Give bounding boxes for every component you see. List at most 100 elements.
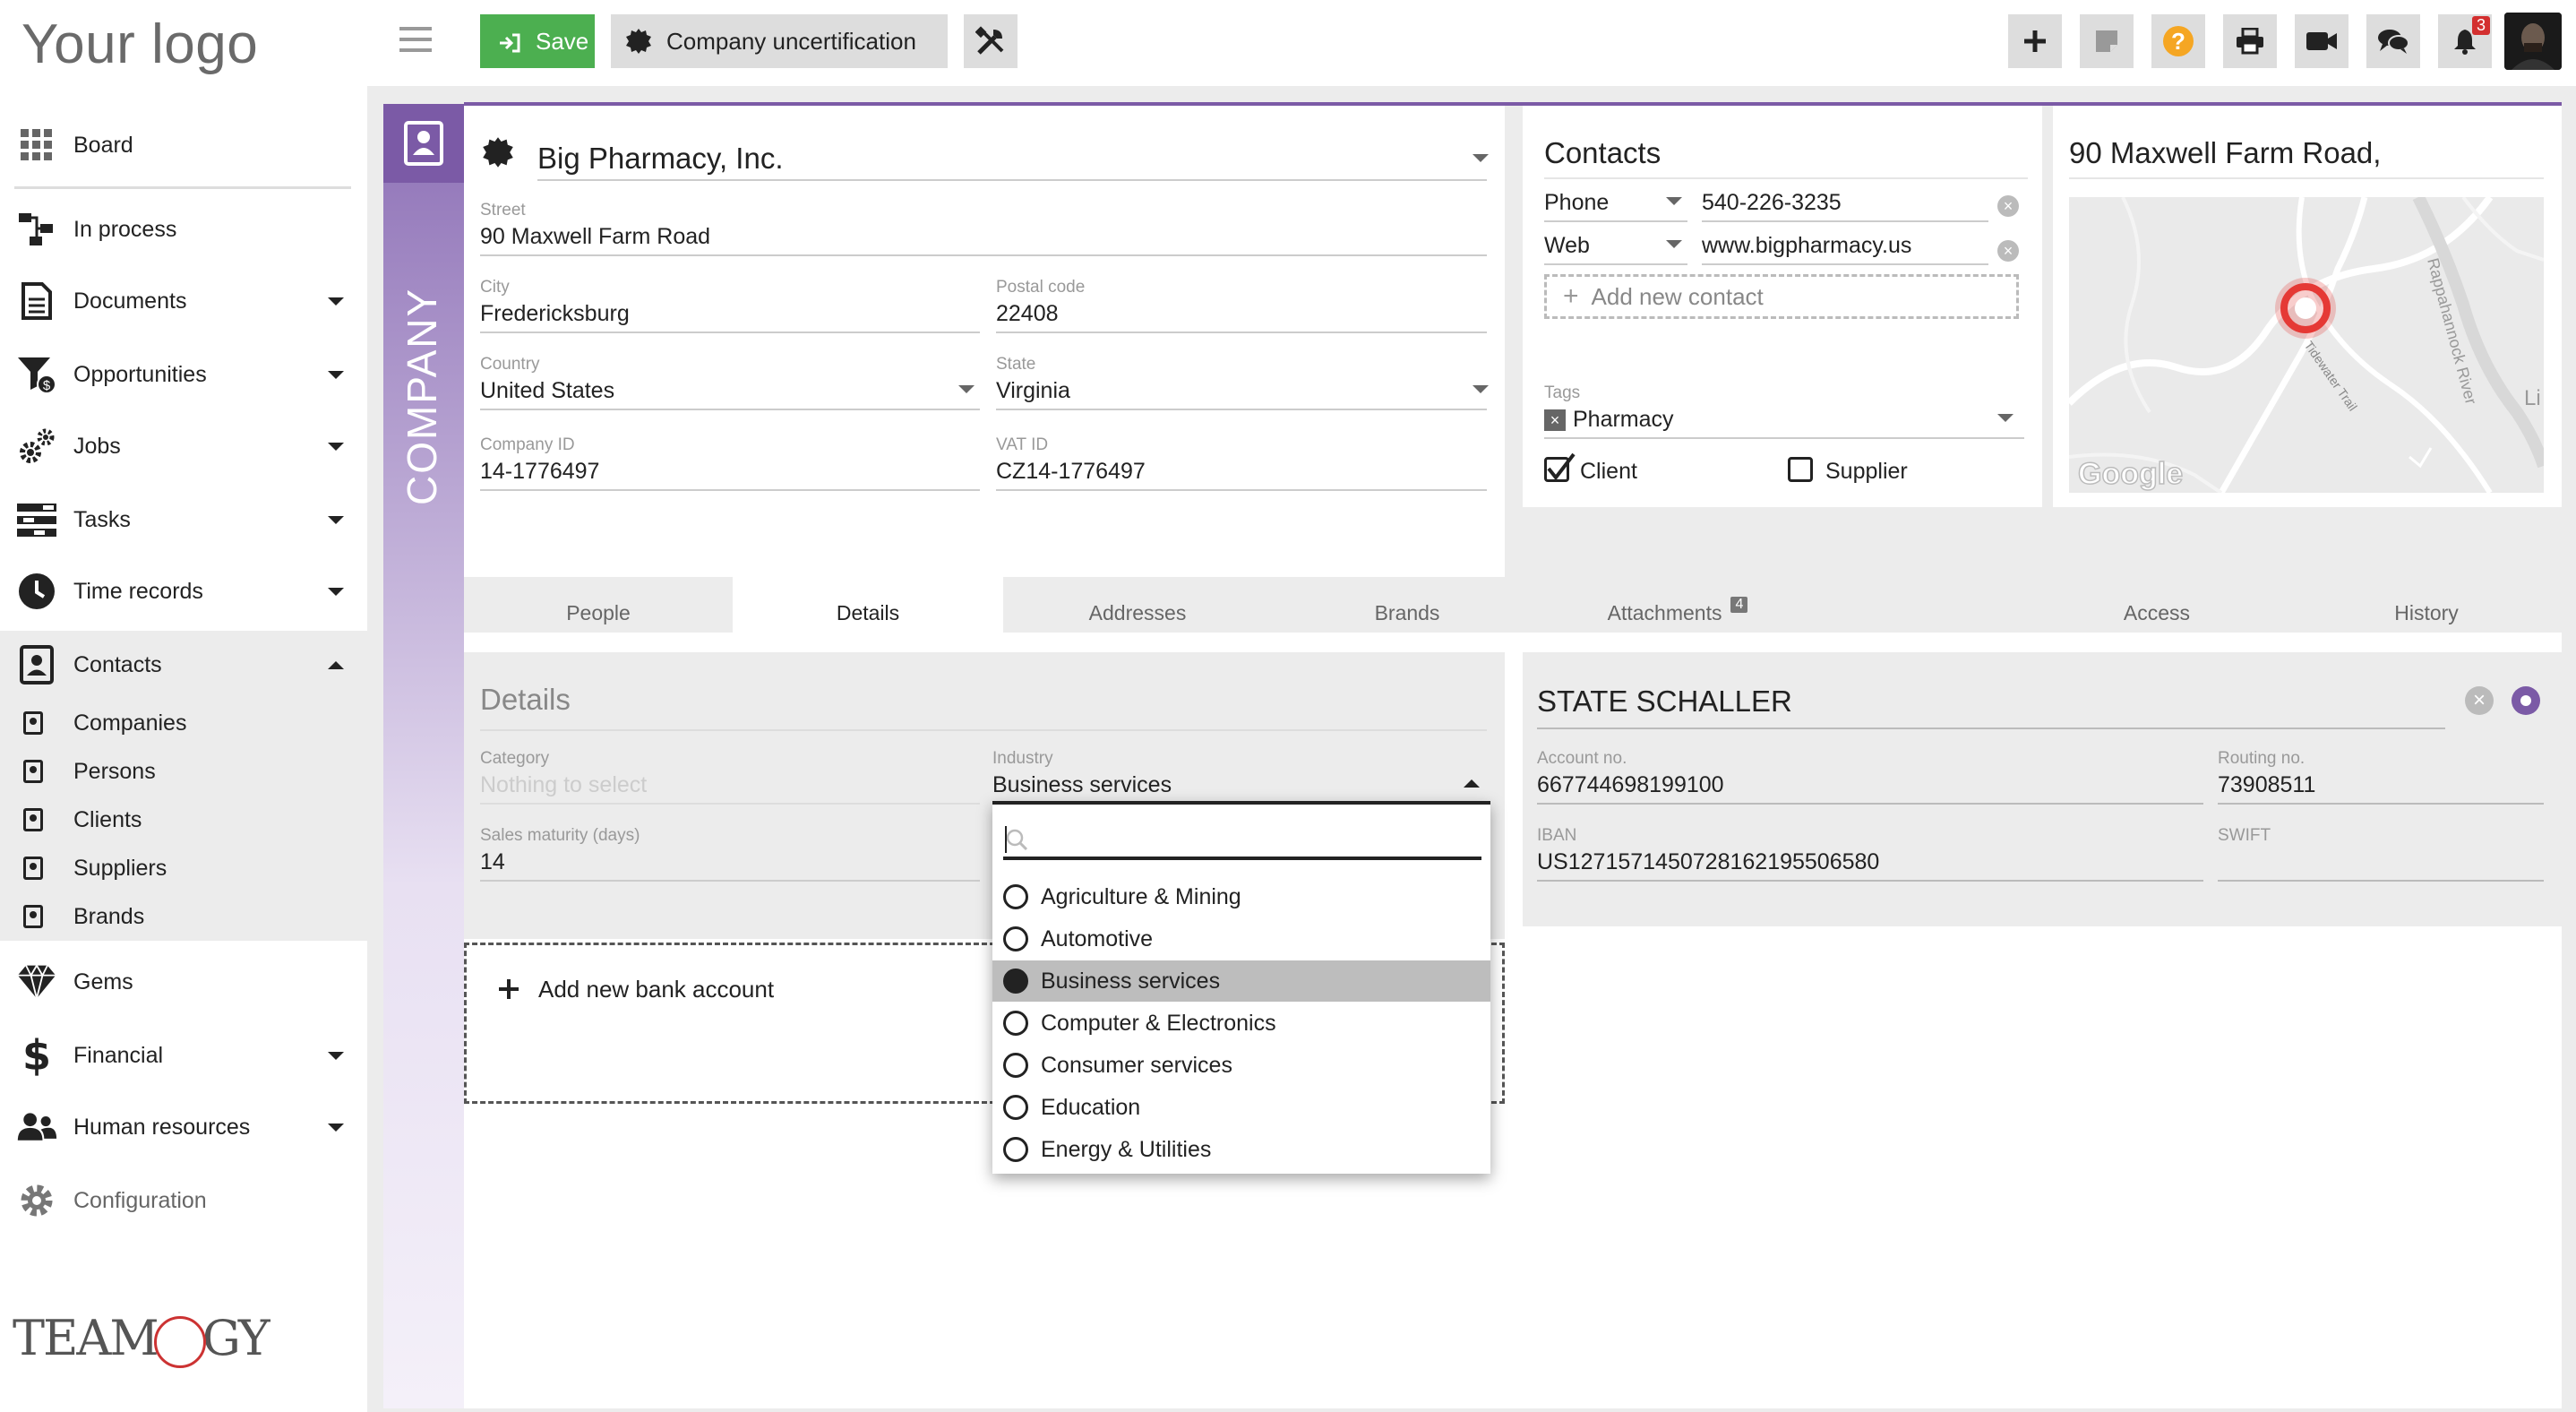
add-contact-button[interactable]: + Add new contact — [1544, 274, 2019, 319]
category-select[interactable]: Nothing to select — [480, 772, 647, 798]
tab-attachments[interactable]: Attachments 4 — [1542, 577, 1813, 633]
remove-contact-icon[interactable]: × — [1997, 195, 2019, 217]
print-button[interactable] — [2223, 14, 2277, 68]
sidebar-item-financial[interactable]: $ Financial — [0, 1021, 367, 1089]
help-button[interactable]: ? — [2151, 14, 2205, 68]
question-icon: ? — [2163, 26, 2194, 56]
industry-option[interactable]: Computer & Electronics — [992, 1003, 1490, 1044]
sidebar-item-opportunities[interactable]: $ Opportunities — [0, 340, 367, 409]
bank-name[interactable]: STATE SCHALLER — [1537, 684, 1792, 719]
gear-icon — [16, 1180, 57, 1221]
chevron-down-icon[interactable] — [1473, 385, 1489, 393]
tab-details[interactable]: Details — [733, 577, 1003, 633]
sidebar-item-time-records[interactable]: Time records — [0, 557, 367, 625]
sidebar: Your logo Board In process Documents $ O… — [0, 0, 367, 1412]
hamburger-menu-icon[interactable] — [399, 27, 432, 52]
sidebar-subitem-brands[interactable]: Brands — [0, 892, 367, 941]
industry-select[interactable]: Business services — [992, 772, 1172, 798]
sidebar-item-contacts[interactable]: Contacts — [0, 631, 367, 699]
tab-access[interactable]: Access — [2022, 577, 2291, 633]
remove-bank-icon[interactable]: × — [2465, 686, 2494, 715]
sidebar-subitem-label: Clients — [73, 806, 142, 832]
chevron-down-icon[interactable] — [1997, 414, 2014, 422]
postal-code-underline — [996, 331, 1487, 333]
tools-button[interactable] — [964, 14, 1018, 68]
company-uncertification-button[interactable]: Company uncertification — [611, 14, 948, 68]
sidebar-item-tasks[interactable]: Tasks — [0, 486, 367, 554]
phone-field[interactable]: 540-226-3235 — [1702, 190, 1842, 216]
tab-brands[interactable]: Brands — [1272, 577, 1542, 633]
add-button[interactable] — [2008, 14, 2062, 68]
industry-option[interactable]: Education — [992, 1087, 1490, 1128]
chevron-down-icon[interactable] — [1473, 154, 1489, 162]
notifications-button[interactable]: 3 — [2438, 14, 2492, 68]
certificate-icon — [625, 28, 652, 55]
account-no-field[interactable]: 667744698199100 — [1537, 772, 1724, 798]
remove-contact-icon[interactable]: × — [1997, 240, 2019, 262]
city-field[interactable]: Fredericksburg — [480, 301, 630, 327]
details-title: Details — [480, 683, 571, 716]
supplier-checkbox[interactable] — [1788, 457, 1813, 482]
video-button[interactable] — [2295, 14, 2348, 68]
chevron-down-icon — [328, 1123, 344, 1132]
map-title-underline — [2069, 177, 2544, 179]
radio-unchecked-icon — [1003, 884, 1028, 909]
sidebar-subitem-suppliers[interactable]: Suppliers — [0, 844, 367, 892]
sidebar-subitem-clients[interactable]: Clients — [0, 796, 367, 844]
sidebar-item-configuration[interactable]: Configuration — [0, 1167, 367, 1235]
primary-radio-icon[interactable] — [2512, 686, 2540, 715]
industry-option[interactable]: Consumer services — [992, 1045, 1490, 1086]
sidebar-item-documents[interactable]: Documents — [0, 267, 367, 335]
notification-count-badge: 3 — [2471, 16, 2490, 35]
note-button[interactable] — [2080, 14, 2134, 68]
app-logo[interactable]: Your logo — [21, 13, 258, 76]
chevron-down-icon — [328, 1051, 344, 1060]
sidebar-item-board[interactable]: Board — [0, 111, 367, 179]
remove-tag-icon[interactable]: × — [1544, 409, 1566, 431]
street-field[interactable]: 90 Maxwell Farm Road — [480, 224, 710, 250]
sidebar-item-in-process[interactable]: In process — [0, 195, 367, 263]
sidebar-item-gems[interactable]: Gems — [0, 948, 367, 1016]
location-map[interactable]: Rappahannock River Tidewater Trail Li Go… — [2069, 197, 2544, 493]
company-card-icon — [383, 104, 464, 183]
postal-code-field[interactable]: 22408 — [996, 301, 1059, 327]
industry-option[interactable]: Energy & Utilities — [992, 1129, 1490, 1170]
industry-search-input[interactable] — [1003, 821, 1481, 860]
contact-type-select[interactable]: Web — [1544, 233, 1590, 259]
iban-field[interactable]: US127157145072816219550658​0 — [1537, 849, 1879, 875]
sidebar-subitem-persons[interactable]: Persons — [0, 747, 367, 796]
industry-option[interactable]: Business services — [992, 960, 1490, 1002]
tab-people[interactable]: People — [464, 577, 733, 633]
bank-account-card: STATE SCHALLER × Account no. 66774469819… — [1523, 652, 2562, 926]
sidebar-item-jobs[interactable]: Jobs — [0, 412, 367, 480]
sidebar-item-label: Financial — [73, 1042, 164, 1068]
contact-type-select[interactable]: Phone — [1544, 190, 1609, 216]
client-checkbox[interactable] — [1544, 452, 1576, 482]
tab-addresses[interactable]: Addresses — [1003, 577, 1272, 633]
company-id-field[interactable]: 14-1776497 — [480, 459, 599, 485]
tab-history[interactable]: History — [2291, 577, 2562, 633]
footer-logo-right: GY — [202, 1310, 270, 1366]
tag-chip[interactable]: × Pharmacy — [1544, 407, 1674, 433]
chevron-up-icon[interactable] — [1464, 779, 1480, 788]
industry-option[interactable]: Agriculture & Mining — [992, 876, 1490, 917]
chevron-down-icon[interactable] — [958, 385, 975, 393]
web-field[interactable]: www.bigpharmacy.us — [1702, 233, 1911, 259]
save-button[interactable]: Save — [480, 14, 595, 68]
sales-maturity-field[interactable]: 14 — [480, 849, 505, 875]
chevron-down-icon[interactable] — [1666, 240, 1682, 248]
company-name[interactable]: Big Pharmacy, Inc. — [537, 142, 784, 176]
state-select[interactable]: Virginia — [996, 378, 1070, 404]
chat-button[interactable] — [2366, 14, 2420, 68]
funnel-dollar-icon: $ — [16, 354, 57, 395]
user-avatar[interactable] — [2504, 13, 2562, 70]
sidebar-item-human-resources[interactable]: Human resources — [0, 1093, 367, 1161]
country-select[interactable]: United States — [480, 378, 614, 404]
industry-option[interactable]: Automotive — [992, 918, 1490, 960]
routing-no-field[interactable]: 73908511 — [2218, 772, 2315, 798]
chevron-down-icon[interactable] — [1666, 197, 1682, 205]
vat-id-field[interactable]: CZ14-1776497 — [996, 459, 1146, 485]
web-underline — [1702, 263, 1988, 265]
sidebar-subitem-companies[interactable]: Companies — [0, 699, 367, 747]
contact-small-icon — [23, 857, 43, 880]
